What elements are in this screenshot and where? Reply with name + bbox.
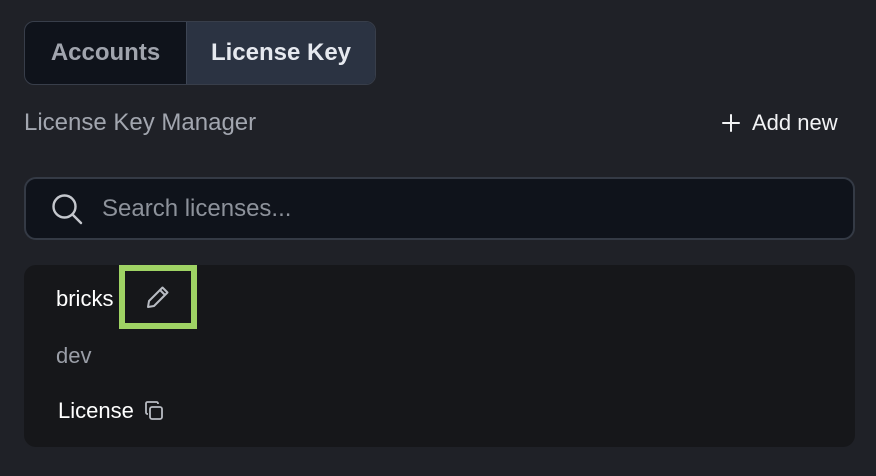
add-new-button[interactable]: Add new: [720, 107, 838, 139]
license-name: bricks: [56, 286, 114, 311]
tab-bar: Accounts License Key: [24, 21, 376, 85]
license-environment: dev: [56, 343, 92, 368]
license-card: bricks dev License: [24, 265, 855, 447]
add-new-label: Add new: [752, 110, 838, 135]
license-key-row: License: [58, 397, 166, 425]
pencil-icon: [147, 286, 169, 308]
search-icon: [52, 193, 83, 224]
search-box[interactable]: [24, 177, 855, 240]
tab-accounts[interactable]: Accounts: [25, 22, 186, 84]
license-label: License: [58, 398, 134, 423]
section-title: License Key Manager: [24, 109, 257, 136]
plus-icon: [722, 114, 740, 132]
copy-icon[interactable]: [142, 399, 166, 423]
edit-name-button[interactable]: [119, 265, 197, 329]
search-input[interactable]: [100, 193, 804, 224]
tab-license-key[interactable]: License Key: [186, 22, 375, 84]
